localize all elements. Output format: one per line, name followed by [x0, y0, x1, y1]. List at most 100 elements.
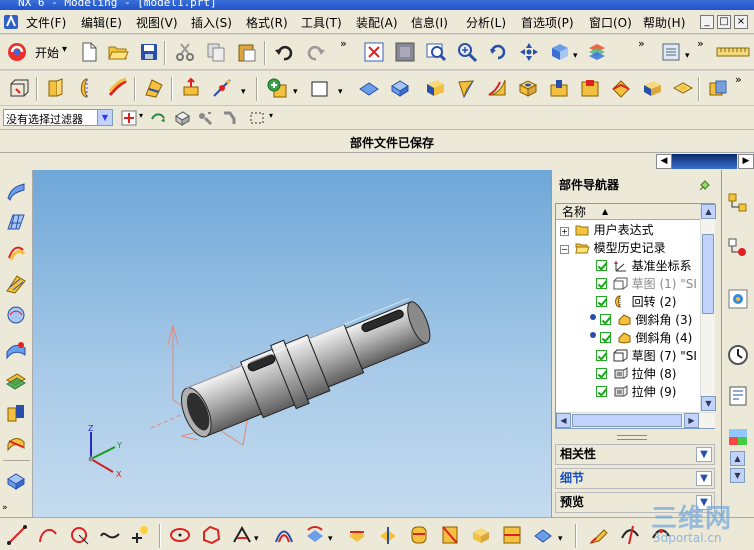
snap-point-icon[interactable] [120, 109, 138, 127]
polygon-icon[interactable] [200, 524, 222, 546]
silhouette-curve-icon[interactable] [439, 524, 461, 546]
select-edge-icon[interactable] [220, 109, 238, 127]
fit-view-icon[interactable] [363, 41, 385, 63]
history-clock-icon[interactable] [727, 344, 749, 366]
ellipse-icon[interactable] [169, 524, 191, 546]
thicken-icon[interactable] [707, 77, 729, 99]
body-icon[interactable] [389, 77, 411, 99]
trim-sheet-icon[interactable] [5, 432, 27, 454]
zoom-icon[interactable] [456, 41, 478, 63]
ruled-surface-icon[interactable] [5, 273, 27, 295]
chevron-left-icon[interactable]: ◀ [656, 154, 672, 169]
block-icon[interactable] [424, 77, 446, 99]
visibility-checkbox[interactable] [596, 386, 607, 397]
select-component-icon[interactable] [196, 109, 214, 127]
pan-view-icon[interactable] [518, 41, 540, 63]
rectangle-icon[interactable] [309, 77, 331, 99]
chevron-down-icon[interactable]: ▼ [696, 471, 712, 486]
view-orientation-icon[interactable] [549, 41, 571, 63]
rectangle-select-icon[interactable] [248, 109, 266, 127]
sew-icon[interactable] [5, 402, 27, 424]
tree-node-model-history[interactable]: − 模型历史记录 [560, 239, 666, 257]
project-dropdown[interactable]: ▾ [328, 534, 333, 544]
part-navigator-icon[interactable] [727, 288, 749, 310]
spline-icon[interactable] [99, 524, 121, 546]
slot-icon[interactable] [641, 77, 663, 99]
visibility-checkbox[interactable] [596, 296, 607, 307]
measure-ruler-icon[interactable] [715, 41, 751, 63]
toolbar-overflow-chevron[interactable]: » [638, 37, 645, 50]
chevron-down-icon[interactable]: ▼ [97, 110, 112, 125]
toolbar-overflow-chevron[interactable]: » [735, 73, 742, 86]
intersection-dropdown[interactable]: ▾ [254, 534, 259, 544]
tree-horizontal-scrollbar[interactable]: ◀ ▶ [556, 412, 715, 428]
selection-filter-dropdown[interactable]: 没有选择过滤器 ▼ [3, 109, 113, 126]
tree-node-datum-csys[interactable]: 基准坐标系 [596, 257, 692, 275]
select-feature-icon[interactable] [149, 109, 167, 127]
intersection-curve-icon[interactable] [231, 524, 253, 546]
extract-geometry-icon[interactable] [5, 470, 27, 492]
restore-button[interactable]: □ [717, 15, 731, 29]
datum-plane-icon[interactable] [266, 77, 288, 99]
layer-settings-icon[interactable] [586, 41, 608, 63]
cylinder-icon[interactable] [455, 77, 477, 99]
menu-information[interactable]: 信息(I) [411, 14, 448, 31]
menu-file[interactable]: 文件(F) [26, 14, 66, 31]
graphics-viewport[interactable]: Z Y X [33, 170, 551, 517]
point-create-icon[interactable] [128, 524, 150, 546]
display-settings-dropdown[interactable]: ▾ [685, 51, 690, 61]
toolbar-overflow-chevron[interactable]: » [340, 37, 347, 50]
zoom-area-icon[interactable] [425, 41, 447, 63]
menu-format[interactable]: 格式(R) [246, 14, 288, 31]
visibility-checkbox[interactable] [596, 350, 607, 361]
visibility-checkbox[interactable] [599, 314, 611, 325]
pocket-icon[interactable] [579, 77, 601, 99]
scroll-up-button[interactable]: ▲ [701, 204, 716, 219]
snap-dropdown[interactable]: ▾ [139, 111, 143, 120]
isoparametric-curve-icon[interactable] [501, 524, 523, 546]
reuse-library-icon[interactable] [727, 385, 749, 407]
menu-edit[interactable]: 编辑(E) [81, 14, 122, 31]
boss-icon[interactable] [548, 77, 570, 99]
close-button[interactable]: × [734, 15, 748, 29]
scroll-left-button[interactable]: ◀ [556, 413, 571, 428]
zoom-window-icon[interactable] [394, 41, 416, 63]
undo-icon[interactable] [273, 41, 295, 63]
move-object-icon[interactable] [180, 77, 202, 99]
tree-node-revolve-2[interactable]: 回转 (2) [596, 293, 676, 311]
menu-tools[interactable]: 工具(T) [301, 14, 342, 31]
rectangle-dropdown[interactable]: ▾ [338, 87, 343, 97]
save-icon[interactable] [138, 41, 160, 63]
details-panel[interactable]: 细节 ▼ [555, 468, 715, 489]
open-folder-icon[interactable] [107, 41, 129, 63]
scroll-thumb[interactable] [572, 414, 682, 427]
scroll-thumb[interactable] [702, 234, 714, 314]
line-icon[interactable] [6, 524, 28, 546]
through-curve-mesh-icon[interactable] [5, 211, 27, 233]
revolve-icon[interactable] [76, 77, 98, 99]
tree-node-extrude-9[interactable]: 拉伸 (9) [596, 383, 676, 401]
redo-icon[interactable] [305, 41, 327, 63]
menu-analysis[interactable]: 分析(L) [466, 14, 506, 31]
hole-icon[interactable] [517, 77, 539, 99]
splitter-handle[interactable] [617, 435, 647, 440]
left-toolbar-more[interactable]: » [2, 503, 8, 513]
menu-insert[interactable]: 插入(S) [191, 14, 232, 31]
rectangle-select-dropdown[interactable]: ▾ [269, 111, 273, 120]
section-dropdown[interactable]: ▾ [558, 534, 563, 544]
wrap-curve-icon[interactable] [408, 524, 430, 546]
display-settings-icon[interactable] [660, 41, 682, 63]
copy-icon[interactable] [205, 41, 227, 63]
sweep-icon[interactable] [107, 77, 129, 99]
tree-node-user-expressions[interactable]: + 用户表达式 [560, 221, 654, 239]
cone-icon[interactable] [486, 77, 508, 99]
face-icon[interactable] [358, 77, 380, 99]
sort-ascending-icon[interactable]: ▲ [602, 204, 608, 220]
collapse-icon[interactable]: − [560, 245, 569, 254]
project-curve-icon[interactable] [304, 524, 326, 546]
visibility-checkbox[interactable] [596, 260, 607, 271]
n-sided-surface-icon[interactable] [5, 304, 27, 326]
through-curves-icon[interactable] [5, 180, 27, 202]
expand-icon[interactable]: + [560, 227, 569, 236]
paste-icon[interactable] [236, 41, 258, 63]
